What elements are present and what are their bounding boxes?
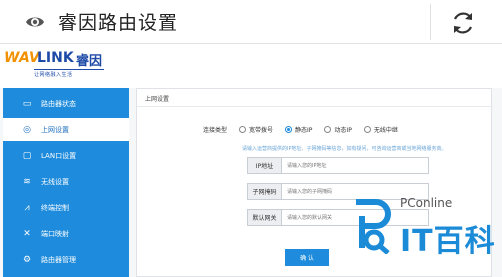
sidebar-item-label: 终端控制 xyxy=(41,203,69,212)
brand-bar: WAV LINK 睿因 让网络融入生活 xyxy=(0,44,502,88)
radio-pppoe[interactable]: 宽带拨号 xyxy=(239,125,273,134)
wavlink-logo: WAV LINK 睿因 让网络融入生活 xyxy=(4,50,124,80)
logo-link: LINK xyxy=(37,50,74,66)
sidebar-item-wireless-settings[interactable]: ≋ 无线设置 xyxy=(3,170,129,193)
page-title: 睿因路由设置 xyxy=(58,12,179,34)
sidebar-item-label: 端口映射 xyxy=(41,229,69,238)
help-hint: 请输入运营商提供的IP地址、子网掩码等信息，如有疑问，可咨询运营商或当地网络服务… xyxy=(242,146,447,152)
panel-divider xyxy=(137,106,493,107)
sidebar-item-port-mapping[interactable]: ✕ 端口映射 xyxy=(3,222,129,245)
sidebar-item-label: 路由器管理 xyxy=(41,255,76,264)
sidebar-item-label: 路由器状态 xyxy=(41,99,76,108)
radio-label: 宽带拨号 xyxy=(249,127,274,134)
pconline-text: PConline xyxy=(400,196,453,210)
panel-title: 上网设置 xyxy=(145,96,170,103)
sidebar-item-router-status[interactable]: ▭ 路由器状态 xyxy=(3,92,129,115)
chart-icon: ⩘ xyxy=(24,202,30,213)
ip-address-input[interactable] xyxy=(282,158,422,173)
sidebar-item-terminal-control[interactable]: ⩘ 终端控制 xyxy=(3,196,129,219)
topbar-divider xyxy=(430,4,431,40)
connection-type-label: 连接类型 xyxy=(203,127,228,134)
sidebar: ▭ 路由器状态 ◎ 上网设置 ▢ LAN口设置 ≋ 无线设置 ⩘ 终端控制 ✕ … xyxy=(3,88,129,277)
radio-label: 动态IP xyxy=(334,127,352,134)
radio-dot[interactable] xyxy=(363,126,371,133)
sidebar-item-router-management[interactable]: ⚙ 路由器管理 xyxy=(3,248,129,271)
monitor-icon: ▭ xyxy=(22,98,32,109)
field-label: 默认网关 xyxy=(248,210,282,225)
ip-address-field: IP地址 xyxy=(247,157,429,174)
sidebar-item-lan-settings[interactable]: ▢ LAN口设置 xyxy=(3,144,129,167)
wifi-icon: ≋ xyxy=(23,176,31,187)
confirm-button[interactable]: 确 认 xyxy=(285,249,329,266)
sidebar-item-internet-settings[interactable]: ◎ 上网设置 xyxy=(3,118,129,141)
eye-icon[interactable] xyxy=(25,13,45,31)
field-label: 子网掩码 xyxy=(248,184,282,199)
itbaike-text: IT百科 xyxy=(400,224,496,259)
logo-cn: 睿因 xyxy=(76,54,103,69)
sidebar-item-label: LAN口设置 xyxy=(41,151,77,160)
radio-static-ip[interactable]: 静态IP xyxy=(285,125,312,134)
radio-dot[interactable] xyxy=(239,126,247,133)
globe-icon: ◎ xyxy=(23,124,31,135)
radio-dot[interactable] xyxy=(324,126,332,133)
radio-dynamic-ip[interactable]: 动态IP xyxy=(324,125,352,134)
gear-icon: ⚙ xyxy=(22,254,32,265)
sidebar-item-label: 上网设置 xyxy=(41,125,69,134)
refresh-icon[interactable] xyxy=(449,9,477,37)
logo-slogan: 让网络融入生活 xyxy=(34,69,104,78)
connection-type-row: 连接类型 宽带拨号 静态IP 动态IP 无线中继 xyxy=(203,125,410,134)
logo-wav: WAV xyxy=(4,50,40,66)
browser-topbar: 睿因路由设置 xyxy=(0,0,502,44)
tools-icon: ✕ xyxy=(23,228,31,239)
sidebar-item-label: 无线设置 xyxy=(41,177,69,186)
pconline-watermark: PConline IT百科 xyxy=(338,192,498,270)
radio-label: 静态IP xyxy=(295,127,313,134)
field-label: IP地址 xyxy=(248,158,282,173)
pconline-logo-icon xyxy=(356,199,391,254)
lan-port-icon: ▢ xyxy=(22,150,32,161)
radio-dot[interactable] xyxy=(285,126,293,133)
radio-label: 无线中继 xyxy=(373,127,398,134)
radio-wireless-relay[interactable]: 无线中继 xyxy=(363,125,398,134)
